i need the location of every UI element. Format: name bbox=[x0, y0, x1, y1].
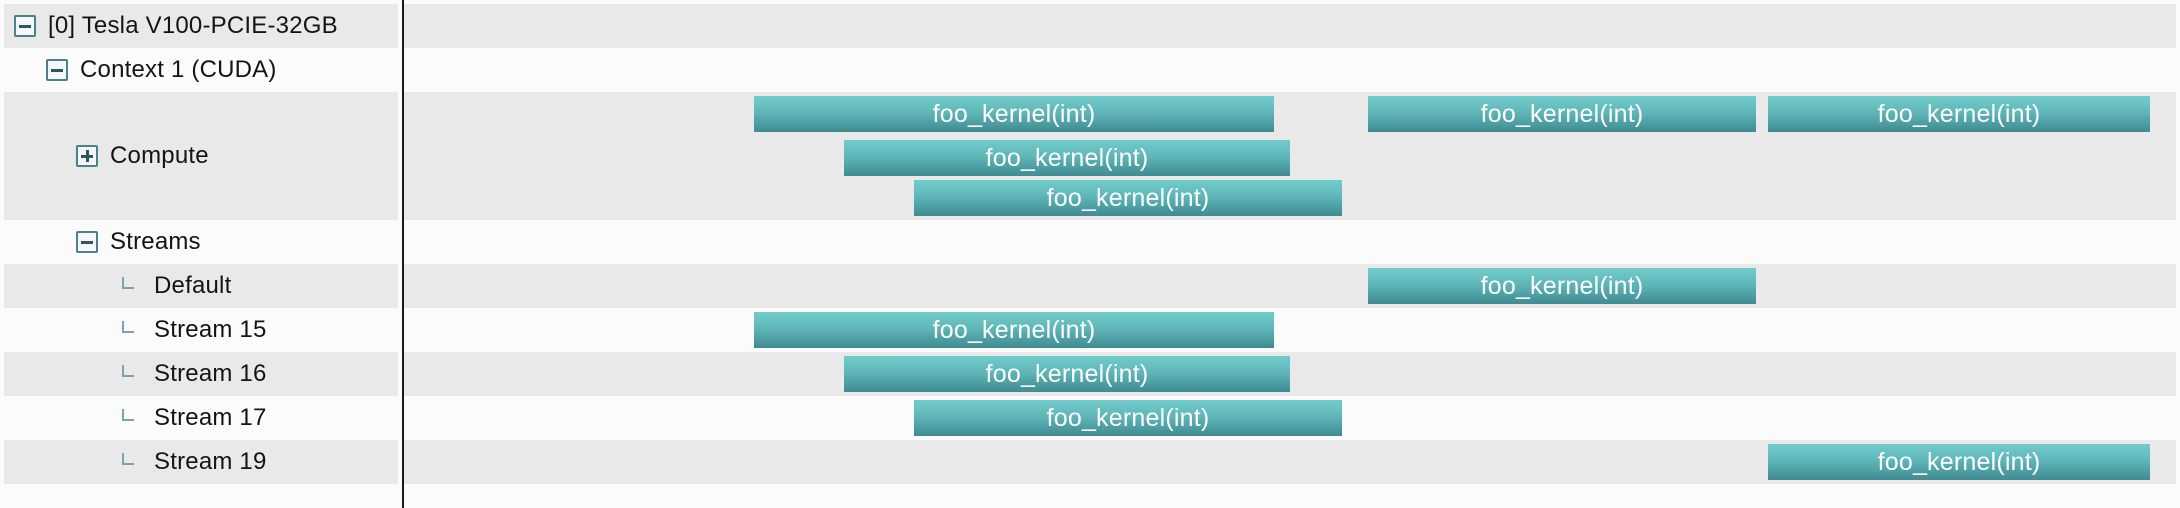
stream-label: Default bbox=[154, 272, 232, 299]
collapse-icon[interactable] bbox=[76, 231, 98, 253]
stream-label: Stream 17 bbox=[154, 404, 267, 431]
graph-row-stream-16 bbox=[404, 352, 2176, 396]
tree-row-stream-17[interactable]: Stream 17 bbox=[4, 396, 398, 440]
tree-branch-icon bbox=[122, 453, 134, 465]
kernel-bar[interactable]: foo_kernel(int) bbox=[1368, 268, 1756, 304]
tree-row-device[interactable]: [0] Tesla V100-PCIE-32GB bbox=[4, 4, 398, 48]
tree-row-stream-16[interactable]: Stream 16 bbox=[4, 352, 398, 396]
compute-label: Compute bbox=[110, 142, 209, 169]
graph-row-stream-default bbox=[404, 264, 2176, 308]
kernel-bar[interactable]: foo_kernel(int) bbox=[1768, 444, 2150, 480]
timeline-graph-panel[interactable]: foo_kernel(int) foo_kernel(int) foo_kern… bbox=[404, 0, 2180, 508]
stream-label: Stream 15 bbox=[154, 316, 267, 343]
tree-row-streams[interactable]: Streams bbox=[4, 220, 398, 264]
collapse-icon[interactable] bbox=[14, 15, 36, 37]
kernel-bar[interactable]: foo_kernel(int) bbox=[1768, 96, 2150, 132]
kernel-bar[interactable]: foo_kernel(int) bbox=[1368, 96, 1756, 132]
tree-row-stream-19[interactable]: Stream 19 bbox=[4, 440, 398, 484]
tree-branch-icon bbox=[122, 277, 134, 289]
context-label: Context 1 (CUDA) bbox=[80, 56, 277, 83]
stream-label: Stream 16 bbox=[154, 360, 267, 387]
kernel-bar[interactable]: foo_kernel(int) bbox=[844, 140, 1290, 176]
tree-row-stream-default[interactable]: Default bbox=[4, 264, 398, 308]
kernel-bar[interactable]: foo_kernel(int) bbox=[914, 400, 1342, 436]
timeline-tree-panel: [0] Tesla V100-PCIE-32GB Context 1 (CUDA… bbox=[0, 0, 404, 508]
kernel-bar[interactable]: foo_kernel(int) bbox=[914, 180, 1342, 216]
streams-label: Streams bbox=[110, 228, 201, 255]
graph-row-stream-15 bbox=[404, 308, 2176, 352]
device-label: [0] Tesla V100-PCIE-32GB bbox=[48, 12, 338, 39]
tree-row-compute[interactable]: Compute bbox=[4, 92, 398, 220]
expand-icon[interactable] bbox=[76, 145, 98, 167]
tree-branch-icon bbox=[122, 409, 134, 421]
graph-row-context bbox=[404, 48, 2176, 92]
kernel-bar[interactable]: foo_kernel(int) bbox=[754, 312, 1274, 348]
graph-row-streams bbox=[404, 220, 2176, 264]
tree-row-context[interactable]: Context 1 (CUDA) bbox=[4, 48, 398, 92]
kernel-bar[interactable]: foo_kernel(int) bbox=[754, 96, 1274, 132]
kernel-bar[interactable]: foo_kernel(int) bbox=[844, 356, 1290, 392]
collapse-icon[interactable] bbox=[46, 59, 68, 81]
tree-branch-icon bbox=[122, 365, 134, 377]
tree-branch-icon bbox=[122, 321, 134, 333]
timeline-view: [0] Tesla V100-PCIE-32GB Context 1 (CUDA… bbox=[0, 0, 2180, 508]
tree-row-stream-15[interactable]: Stream 15 bbox=[4, 308, 398, 352]
graph-row-device bbox=[404, 4, 2176, 48]
stream-label: Stream 19 bbox=[154, 448, 267, 475]
